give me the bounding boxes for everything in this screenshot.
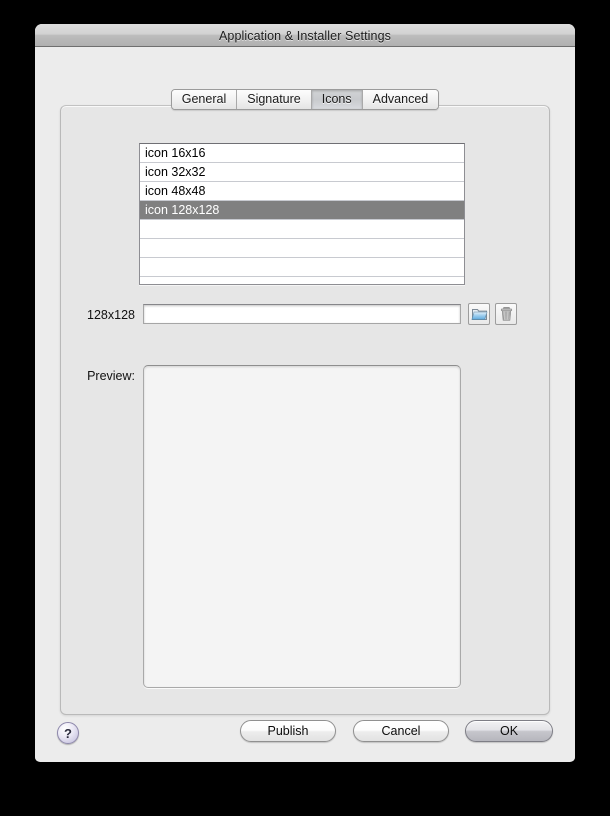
window-title: Application & Installer Settings	[218, 29, 392, 43]
tab-signature[interactable]: Signature	[237, 90, 312, 109]
cancel-button[interactable]: Cancel	[353, 720, 449, 742]
list-item[interactable]: icon 48x48	[140, 182, 464, 201]
settings-window: Application & Installer Settings General…	[35, 24, 575, 762]
tab-icons[interactable]: Icons	[311, 90, 363, 109]
delete-icon-button[interactable]	[495, 303, 517, 325]
window-content: General Signature Icons Advanced icon 16…	[35, 47, 575, 761]
list-item[interactable]	[140, 258, 464, 277]
trash-icon	[496, 306, 516, 322]
list-item-selected[interactable]: icon 128x128	[140, 201, 464, 220]
preview-area	[143, 365, 461, 688]
tab-advanced[interactable]: Advanced	[362, 90, 439, 109]
dialog-button-bar: ? Publish Cancel OK	[35, 715, 575, 761]
icon-list[interactable]: icon 16x16 icon 32x32 icon 48x48 icon 12…	[139, 143, 465, 285]
tab-bar: General Signature Icons Advanced	[35, 47, 575, 110]
choose-file-button[interactable]	[468, 303, 490, 325]
list-item[interactable]: icon 32x32	[140, 163, 464, 182]
icon-path-field[interactable]	[143, 304, 461, 324]
icon-size-label: 128x128	[87, 308, 135, 322]
folder-icon	[469, 306, 489, 322]
list-item[interactable]	[140, 220, 464, 239]
list-item[interactable]	[140, 239, 464, 258]
tab-group: General Signature Icons Advanced	[170, 89, 440, 110]
icon-path-input[interactable]	[144, 305, 460, 323]
tab-general[interactable]: General	[171, 90, 238, 109]
icons-tab-panel: icon 16x16 icon 32x32 icon 48x48 icon 12…	[60, 105, 550, 715]
list-item[interactable]: icon 16x16	[140, 144, 464, 163]
window-titlebar: Application & Installer Settings	[35, 24, 575, 47]
ok-button[interactable]: OK	[465, 720, 553, 742]
icon-path-row: 128x128	[61, 303, 549, 329]
list-item[interactable]	[140, 277, 464, 284]
publish-button[interactable]: Publish	[240, 720, 336, 742]
help-button[interactable]: ?	[57, 722, 79, 744]
preview-label: Preview:	[87, 369, 135, 383]
